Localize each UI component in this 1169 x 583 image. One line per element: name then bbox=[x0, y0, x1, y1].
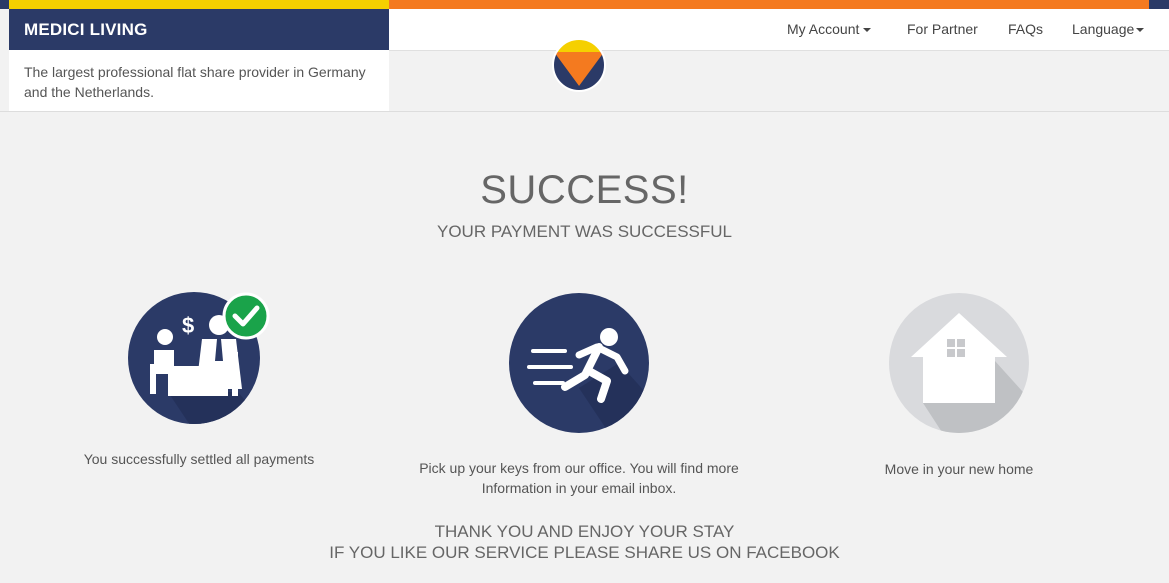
nav-language-label: Language bbox=[1072, 21, 1135, 37]
step-3-text: Move in your new home bbox=[884, 461, 1034, 477]
svg-text:$: $ bbox=[182, 313, 194, 338]
caret-down-icon bbox=[863, 28, 872, 33]
header-divider bbox=[0, 111, 1169, 112]
running-person-icon bbox=[509, 293, 649, 433]
nav-language[interactable]: Language bbox=[1072, 9, 1145, 50]
success-title: SUCCESS! bbox=[480, 168, 689, 212]
share-facebook-line: IF YOU LIKE OUR SERVICE PLEASE SHARE US … bbox=[329, 543, 840, 562]
brand-block: MEDICI LIVING The largest professional f… bbox=[9, 9, 389, 111]
payment-settled-icon: $ bbox=[128, 292, 270, 424]
medici-logo-icon[interactable] bbox=[552, 38, 606, 92]
header-background bbox=[389, 51, 1169, 111]
success-subtitle: YOUR PAYMENT WAS SUCCESSFUL bbox=[436, 222, 733, 241]
step-2-text: Pick up your keys from our office. You w… bbox=[419, 460, 739, 496]
top-navbar: My Account For Partner FAQs Language bbox=[389, 9, 1169, 51]
house-icon bbox=[889, 293, 1029, 433]
top-color-bar bbox=[0, 0, 1169, 9]
nav-for-partner[interactable]: For Partner bbox=[907, 9, 978, 50]
caret-down-icon bbox=[1136, 28, 1145, 33]
nav-my-account[interactable]: My Account bbox=[787, 9, 872, 50]
step-1-text: You successfully settled all payments bbox=[83, 451, 315, 467]
brand-name[interactable]: MEDICI LIVING bbox=[9, 9, 389, 50]
nav-faqs[interactable]: FAQs bbox=[1008, 9, 1043, 50]
tagline: The largest professional flat share prov… bbox=[9, 50, 389, 111]
thank-you-line: THANK YOU AND ENJOY YOUR STAY bbox=[434, 522, 735, 541]
nav-my-account-label: My Account bbox=[787, 21, 860, 37]
